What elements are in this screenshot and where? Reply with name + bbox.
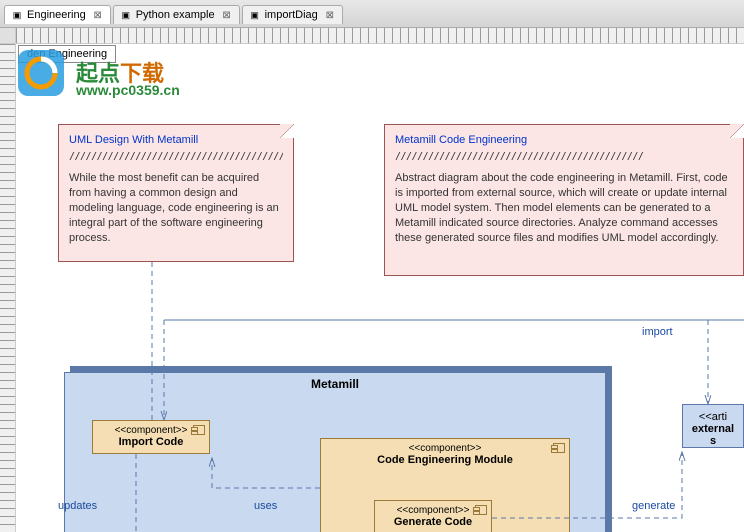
component-import-code[interactable]: <<component>> Import Code	[92, 420, 210, 454]
tab-python-example[interactable]: ▣ Python example ⊠	[113, 5, 240, 24]
edge-label-generate: generate	[632, 500, 675, 512]
close-icon[interactable]: ⊠	[221, 9, 233, 21]
ruler-corner	[0, 28, 16, 44]
component-name: Import Code	[97, 436, 205, 448]
artifact-stereotype: <<arti	[689, 411, 737, 423]
diagram-frame-label: dep Engineering	[18, 45, 116, 63]
note-body: Abstract diagram about the code engineer…	[395, 171, 733, 245]
component-generate-code[interactable]: <<component>> Generate Code	[374, 500, 492, 532]
tab-importdiag[interactable]: ▣ importDiag ⊠	[242, 5, 343, 24]
edge-label-import: import	[642, 326, 673, 338]
ruler-horizontal	[16, 28, 744, 44]
diagram-icon: ▣	[249, 9, 261, 21]
note-separator: ////////////////////////////////////////…	[395, 150, 733, 164]
component-name: Generate Code	[379, 516, 487, 528]
diagram-canvas[interactable]: 起点下载 www.pc0359.cn dep Engineering UML D…	[16, 44, 744, 532]
tab-label: Engineering	[27, 9, 86, 21]
component-stereotype: <<component>>	[97, 425, 205, 436]
close-icon[interactable]: ⊠	[324, 9, 336, 21]
note-body: While the most benefit can be acquired f…	[69, 171, 283, 245]
tab-engineering[interactable]: ▣ Engineering ⊠	[4, 5, 111, 24]
tab-label: importDiag	[265, 9, 318, 21]
tab-label: Python example	[136, 9, 215, 21]
edge-label-updates: updates	[58, 500, 97, 512]
diagram-icon: ▣	[120, 9, 132, 21]
canvas-area: 起点下载 www.pc0359.cn dep Engineering UML D…	[0, 28, 744, 532]
note-code-engineering[interactable]: Metamill Code Engineering //////////////…	[384, 124, 744, 276]
component-icon	[475, 505, 487, 515]
component-stereotype: <<component>>	[325, 443, 565, 454]
component-icon	[553, 443, 565, 453]
artifact-name: external s	[689, 423, 737, 447]
watermark-url: www.pc0359.cn	[76, 82, 180, 98]
component-stereotype: <<component>>	[379, 505, 487, 516]
component-icon	[193, 425, 205, 435]
note-title: UML Design With Metamill	[69, 133, 283, 148]
edge-label-uses: uses	[254, 500, 277, 512]
artifact-external-source[interactable]: <<arti external s	[682, 404, 744, 448]
note-separator: ////////////////////////////////////////	[69, 150, 283, 164]
close-icon[interactable]: ⊠	[92, 9, 104, 21]
note-title: Metamill Code Engineering	[395, 133, 733, 148]
component-name: Code Engineering Module	[325, 454, 565, 466]
note-uml-design[interactable]: UML Design With Metamill ///////////////…	[58, 124, 294, 262]
package-title: Metamill	[65, 373, 605, 395]
diagram-icon: ▣	[11, 9, 23, 21]
tab-bar: ▣ Engineering ⊠ ▣ Python example ⊠ ▣ imp…	[0, 0, 744, 28]
ruler-vertical	[0, 44, 16, 532]
